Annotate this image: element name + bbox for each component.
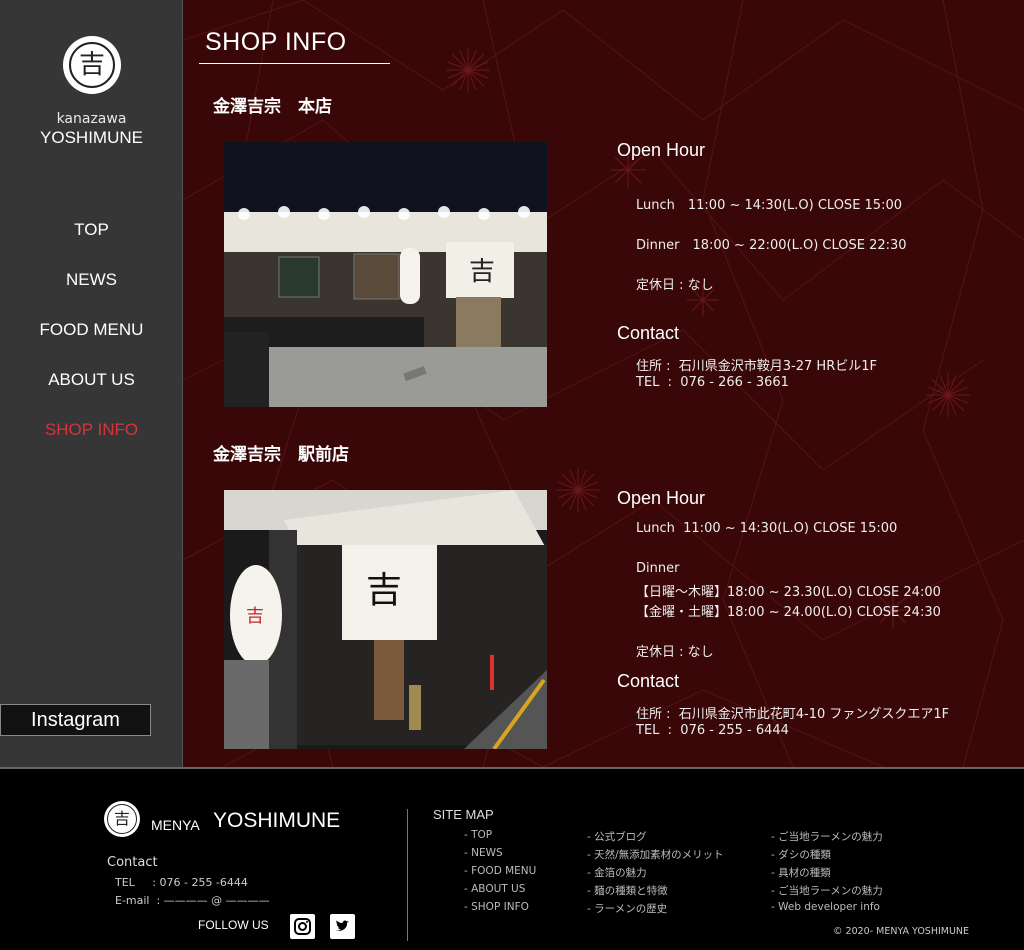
address-honten: 住所 : 石川県金沢市鞍月3-27 HRビル1F [636,359,877,374]
follow-us-label: FOLLOW US [198,918,269,932]
svg-text:吉: 吉 [246,606,264,627]
sitemap-link[interactable]: - 具材の種類 [771,865,883,883]
sitemap-link[interactable]: - ラーメンの歴史 [587,901,724,919]
footer-logo[interactable]: 吉 [104,801,140,837]
sitemap-link[interactable]: - NEWS [464,847,536,865]
main-nav: TOP NEWS FOOD MENU ABOUT US SHOP INFO [0,218,183,468]
contact-heading-ekimae: Contact [617,671,680,691]
footer-tel: TEL : 076 - 255 -6444 [115,876,248,889]
footer: 吉 MENYA YOSHIMUNE Contact TEL : 076 - 25… [0,767,1024,950]
sitemap-link[interactable]: - 麺の種類と特徴 [587,883,724,901]
sitemap-link[interactable]: - ご当地ラーメンの魅力 [771,829,883,847]
sitemap-link[interactable]: - TOP [464,829,536,847]
sitemap-column-2: - 公式ブログ - 天然/無添加素材のメリット - 金箔の魅力 - 麺の種類と特… [587,829,724,919]
sitemap-link[interactable]: - Web developer info [771,901,883,919]
footer-email: E-mail : ———— @ ———— [115,894,270,907]
sitemap-link[interactable]: - ABOUT US [464,883,536,901]
hours-lunch-honten: Lunch 11:00 ~ 14:30(L.O) CLOSE 15:00 [636,198,902,213]
sitemap-link[interactable]: - SHOP INFO [464,901,536,919]
tel-ekimae: TEL : 076 - 255 - 6444 [636,723,789,738]
nav-item-about-us[interactable]: ABOUT US [0,368,183,418]
footer-divider [407,809,408,941]
footer-contact-heading: Contact [107,855,158,870]
contact-heading-honten: Contact [617,323,680,343]
instagram-icon[interactable] [290,914,315,939]
open-hour-heading-ekimae: Open Hour [617,488,706,508]
twitter-icon[interactable] [330,914,355,939]
nav-item-shop-info[interactable]: SHOP INFO [0,418,183,468]
copyright: © 2020- MENYA YOSHIMUNE [833,926,970,937]
sitemap-link[interactable]: - 天然/無添加素材のメリット [587,847,724,865]
hours-fri-sat-ekimae: 【金曜・土曜】18:00 ~ 24.00(L.O) CLOSE 24:30 [636,605,941,620]
nav-item-news[interactable]: NEWS [0,268,183,318]
instagram-button[interactable]: Instagram [0,704,151,736]
sitemap-link[interactable]: - ダシの種類 [771,847,883,865]
brand-title: YOSHIMUNE [40,128,143,147]
shop-name-ekimae: 金澤吉宗 駅前店 [213,445,349,465]
nav-item-top[interactable]: TOP [0,218,183,268]
shop-photo-honten: 吉 [224,142,547,407]
sitemap-link[interactable]: - 金箔の魅力 [587,865,724,883]
title-underline [199,63,390,64]
closed-day-honten: 定休日 : なし [636,278,714,293]
svg-text:吉: 吉 [469,257,495,287]
sitemap-column-3: - ご当地ラーメンの魅力 - ダシの種類 - 具材の種類 - ご当地ラーメンの魅… [771,829,883,919]
nav-item-food-menu[interactable]: FOOD MENU [0,318,183,368]
logo-icon: 吉 [69,42,115,88]
sidebar: 吉 kanazawa YOSHIMUNE TOP NEWS FOOD MENU … [0,0,183,767]
page-title: SHOP INFO [205,28,347,56]
open-hour-heading-honten: Open Hour [617,140,706,160]
sitemap-heading: SITE MAP [433,807,494,822]
sitemap-link[interactable]: - FOOD MENU [464,865,536,883]
brand-subtitle: kanazawa [56,111,127,127]
footer-brand-small: MENYA [151,817,200,833]
hours-lunch-ekimae: Lunch 11:00 ~ 14:30(L.O) CLOSE 15:00 [636,521,898,536]
footer-brand-large: YOSHIMUNE [213,809,341,832]
address-ekimae: 住所 : 石川県金沢市此花町4-10 ファングスクエア1F [636,707,950,722]
logo[interactable]: 吉 [63,36,121,94]
svg-text:吉: 吉 [366,570,402,611]
hours-dinner-honten: Dinner 18:00 ~ 22:00(L.O) CLOSE 22:30 [636,238,907,253]
hours-dinner-ekimae: Dinner [636,561,680,576]
sitemap-column-1: - TOP - NEWS - FOOD MENU - ABOUT US - SH… [464,829,536,919]
shop-name-honten: 金澤吉宗 本店 [213,97,332,117]
hours-sun-thu-ekimae: 【日曜〜木曜】18:00 ~ 23.30(L.O) CLOSE 24:00 [636,585,941,600]
tel-honten: TEL : 076 - 266 - 3661 [636,375,789,390]
footer-logo-icon: 吉 [107,804,137,834]
shop-photo-ekimae: 吉 吉 [224,490,547,749]
closed-day-ekimae: 定休日 : なし [636,645,714,660]
sitemap-link[interactable]: - ご当地ラーメンの魅力 [771,883,883,901]
main-content: SHOP INFO 金澤吉宗 本店 吉 Open Hour Lunch 11:0… [183,0,1024,767]
sitemap-link[interactable]: - 公式ブログ [587,829,724,847]
